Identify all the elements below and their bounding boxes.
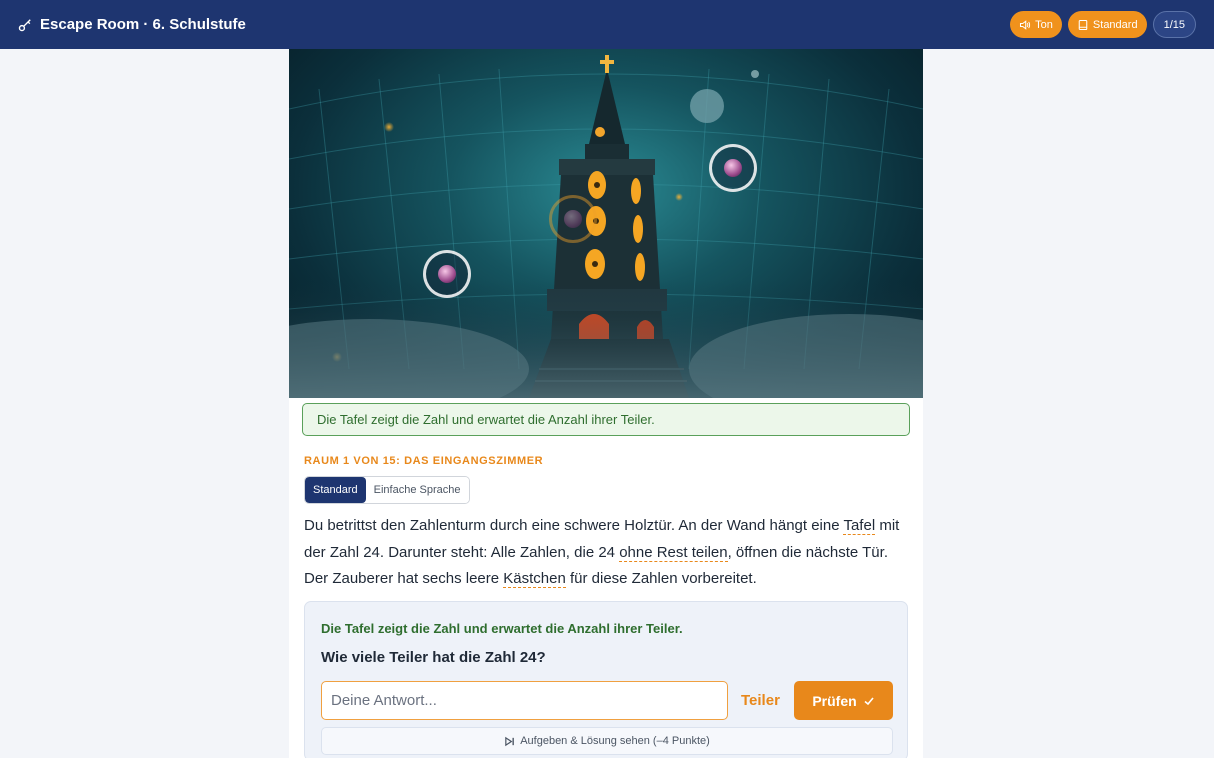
book-icon — [1078, 19, 1088, 30]
key-icon — [18, 18, 31, 31]
answer-input[interactable] — [321, 681, 728, 720]
answer-unit: Teiler — [741, 692, 780, 709]
scene-image — [289, 49, 923, 398]
mode-button[interactable]: Standard — [1067, 11, 1147, 38]
header-actions: Ton Standard 1/15 — [1010, 11, 1196, 38]
progress-badge: 1/15 — [1152, 11, 1196, 38]
give-up-button[interactable]: Aufgeben & Lösung sehen (–4 Punkte) — [321, 727, 893, 755]
sound-label: Ton — [1035, 18, 1053, 31]
task-question: Wie viele Teiler hat die Zahl 24? — [321, 649, 546, 666]
scene-hint-bar: Die Tafel zeigt die Zahl und erwartet di… — [302, 403, 910, 436]
language-toggle: Standard Einfache Sprache — [304, 476, 470, 504]
crystal-ball-icon — [438, 265, 456, 283]
checkmark-icon — [864, 696, 874, 705]
app-brand: Escape Room · 6. Schulstufe — [18, 16, 246, 33]
hotspot-center[interactable] — [549, 195, 597, 243]
top-bar: Escape Room · 6. Schulstufe Ton Standard… — [0, 0, 1214, 49]
hotspot-right[interactable] — [709, 144, 757, 192]
give-up-label: Aufgeben & Lösung sehen (–4 Punkte) — [520, 735, 710, 747]
mode-label: Standard — [1092, 18, 1138, 31]
crystal-ball-icon — [724, 159, 742, 177]
language-option-simple[interactable]: Einfache Sprache — [365, 477, 469, 503]
crystal-ball-icon — [564, 210, 582, 228]
sound-toggle-button[interactable]: Ton — [1010, 11, 1062, 38]
tower-illustration — [289, 55, 923, 398]
skip-icon — [505, 736, 515, 746]
glossary-term-ohne-rest-teilen[interactable]: ohne Rest teilen — [619, 543, 728, 562]
check-label: Prüfen — [812, 692, 857, 709]
language-option-standard[interactable]: Standard — [305, 477, 366, 503]
glossary-term-tafel[interactable]: Tafel — [843, 517, 876, 535]
room-label: RAUM 1 VON 15: DAS EINGANGSZIMMER — [304, 455, 544, 467]
hotspot-left[interactable] — [423, 250, 471, 298]
app-title: Escape Room · 6. Schulstufe — [40, 16, 246, 33]
task-hint: Die Tafel zeigt die Zahl und erwartet di… — [321, 621, 683, 636]
story-part: Du betrittst den Zahlenturm durch eine s… — [304, 517, 844, 534]
story-text: Du betrittst den Zahlenturm durch eine s… — [304, 513, 908, 593]
speaker-icon — [1020, 19, 1031, 30]
main-panel: Die Tafel zeigt die Zahl und erwartet di… — [289, 49, 923, 758]
task-card: Die Tafel zeigt die Zahl und erwartet di… — [304, 601, 908, 758]
check-button[interactable]: Prüfen — [794, 681, 893, 720]
story-part: für diese Zahlen vorbereitet. — [565, 570, 757, 587]
glossary-term-kaestchen[interactable]: Kästchen — [503, 570, 566, 588]
